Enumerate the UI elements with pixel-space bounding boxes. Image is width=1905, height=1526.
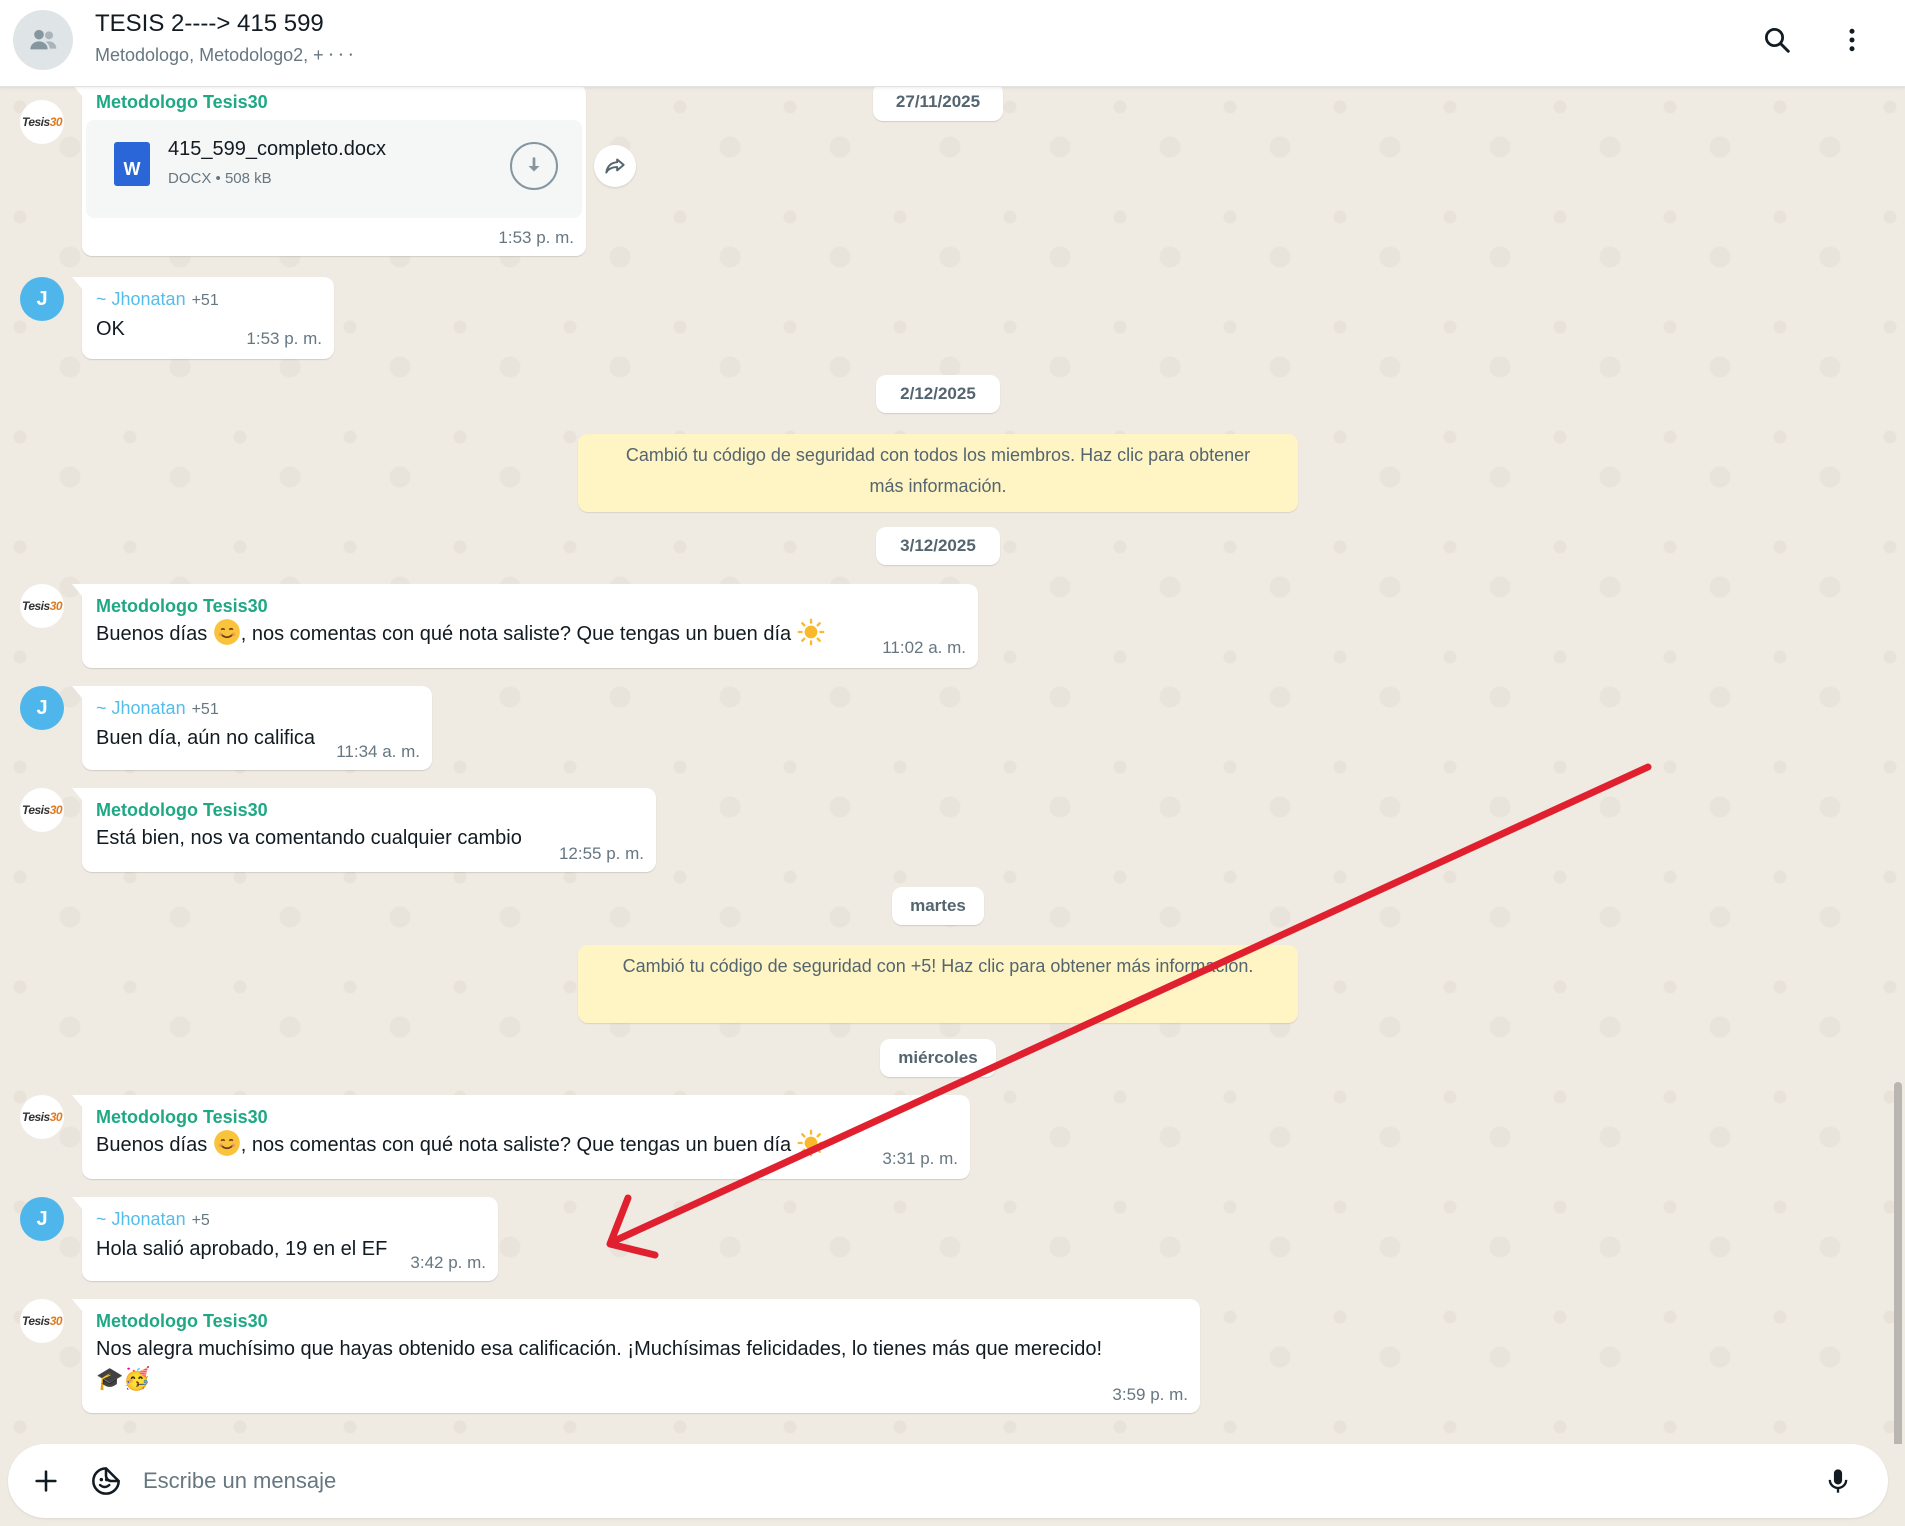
- avatar[interactable]: Tesis30: [20, 1095, 64, 1139]
- text-part: Buenos días: [96, 623, 208, 645]
- message-bubble[interactable]: Metodologo Tesis30 W 415_599_completo.do…: [72, 84, 586, 256]
- microphone-icon[interactable]: [1814, 1457, 1862, 1505]
- message-time: 3:31 p. m.: [882, 1149, 958, 1168]
- text-part: Buenos días: [96, 1134, 208, 1156]
- avatar-initial: J: [36, 1207, 48, 1230]
- message-sender[interactable]: ~ Jhonatan +51: [96, 287, 320, 313]
- group-icon[interactable]: [13, 10, 73, 70]
- download-icon[interactable]: [510, 142, 558, 190]
- sender-name: ~ Jhonatan: [96, 1209, 186, 1229]
- chat-header: TESIS 2----> 415 599 Metodologo, Metodol…: [0, 0, 1905, 87]
- message-sender[interactable]: Metodologo Tesis30: [96, 798, 642, 822]
- document-attachment[interactable]: W 415_599_completo.docx DOCX • 508 kB: [86, 120, 582, 218]
- message-text: Nos alegra muchísimo que hayas obtenido …: [96, 1338, 1103, 1360]
- avatar[interactable]: J: [20, 277, 64, 321]
- sender-name: ~ Jhonatan: [96, 289, 186, 309]
- message-bubble[interactable]: Metodologo Tesis30 Buenos días , nos com…: [72, 1095, 970, 1179]
- message-time: 3:42 p. m.: [410, 1253, 486, 1272]
- text-part: , nos comentas con qué nota saliste? Que…: [240, 1134, 792, 1156]
- more-vert-icon[interactable]: [1830, 18, 1874, 62]
- sender-phone: +51: [191, 292, 219, 309]
- forward-icon[interactable]: [594, 145, 636, 187]
- avatar[interactable]: Tesis30: [20, 100, 64, 144]
- sender-phone: +51: [191, 701, 219, 718]
- message-bubble[interactable]: Metodologo Tesis30 Está bien, nos va com…: [72, 788, 656, 872]
- message-sender[interactable]: ~ Jhonatan +51: [96, 696, 418, 722]
- sun-emoji-icon: [797, 618, 825, 646]
- security-code-notice[interactable]: Cambió tu código de seguridad con todos …: [578, 434, 1298, 512]
- message-bubble[interactable]: Metodologo Tesis30 Buenos días , nos com…: [72, 584, 978, 668]
- message-sender[interactable]: Metodologo Tesis30: [96, 594, 964, 618]
- security-code-notice[interactable]: Cambió tu código de seguridad con +5! Ha…: [578, 945, 1298, 1023]
- chat-participants[interactable]: Metodologo, Metodologo2, + ⸱ ⸱ ⸱: [95, 43, 353, 67]
- message-time: 3:59 p. m.: [1112, 1385, 1188, 1404]
- message-text: Buenos días , nos comentas con qué nota …: [96, 618, 964, 650]
- document-type: DOCX: [168, 170, 212, 187]
- document-name: 415_599_completo.docx: [168, 138, 386, 160]
- message-emojis: 🎓🥳: [96, 1366, 151, 1391]
- avatar[interactable]: Tesis30: [20, 1299, 64, 1343]
- message-sender[interactable]: Metodologo Tesis30: [96, 1105, 956, 1129]
- message-sender[interactable]: Metodologo Tesis30: [96, 1309, 1186, 1333]
- message-time: 1:53 p. m.: [498, 228, 574, 247]
- smile-emoji-icon: [213, 619, 240, 645]
- sticker-icon[interactable]: [82, 1457, 130, 1505]
- text-part: , nos comentas con qué nota saliste? Que…: [240, 623, 792, 645]
- message-time: 11:02 a. m.: [882, 638, 966, 657]
- smile-emoji-icon: [213, 1130, 240, 1156]
- date-separator: martes: [892, 887, 984, 925]
- message-bubble[interactable]: Metodologo Tesis30 Nos alegra muchísimo …: [72, 1299, 1200, 1413]
- avatar[interactable]: J: [20, 1197, 64, 1241]
- sender-phone: +5: [191, 1212, 210, 1229]
- message-sender[interactable]: Metodologo Tesis30: [86, 90, 582, 114]
- date-separator: miércoles: [880, 1039, 996, 1077]
- avatar-initial: J: [36, 696, 48, 719]
- message-bubble[interactable]: ~ Jhonatan +51 Buen día, aún no califica …: [72, 686, 432, 770]
- message-text: Buenos días , nos comentas con qué nota …: [96, 1129, 956, 1161]
- document-size: 508 kB: [224, 170, 272, 187]
- avatar[interactable]: J: [20, 686, 64, 730]
- sender-name: ~ Jhonatan: [96, 698, 186, 718]
- sun-emoji-icon: [797, 1129, 825, 1157]
- message-time: 12:55 p. m.: [558, 844, 644, 863]
- word-doc-icon: W: [114, 142, 150, 186]
- search-icon[interactable]: [1755, 18, 1799, 62]
- date-separator: 2/12/2025: [876, 375, 1000, 413]
- message-input[interactable]: [143, 1459, 1743, 1503]
- compose-bar: [0, 1444, 1905, 1526]
- plus-icon[interactable]: [22, 1457, 70, 1505]
- message-time: 1:53 p. m.: [246, 329, 322, 348]
- avatar-initial: J: [36, 287, 48, 310]
- document-meta: DOCX • 508 kB: [168, 170, 272, 187]
- date-separator: 27/11/2025: [873, 83, 1003, 121]
- chat-scrollbar[interactable]: [1891, 87, 1905, 1507]
- message-sender[interactable]: ~ Jhonatan +5: [96, 1207, 484, 1233]
- message-time: 11:34 a. m.: [336, 742, 420, 761]
- avatar[interactable]: Tesis30: [20, 788, 64, 832]
- date-separator: 3/12/2025: [876, 527, 1000, 565]
- message-bubble[interactable]: ~ Jhonatan +5 Hola salió aprobado, 19 en …: [72, 1197, 498, 1281]
- avatar[interactable]: Tesis30: [20, 584, 64, 628]
- chat-title[interactable]: TESIS 2----> 415 599: [95, 10, 324, 38]
- message-bubble[interactable]: ~ Jhonatan +51 OK 1:53 p. m.: [72, 277, 334, 359]
- compose-box: [8, 1444, 1888, 1518]
